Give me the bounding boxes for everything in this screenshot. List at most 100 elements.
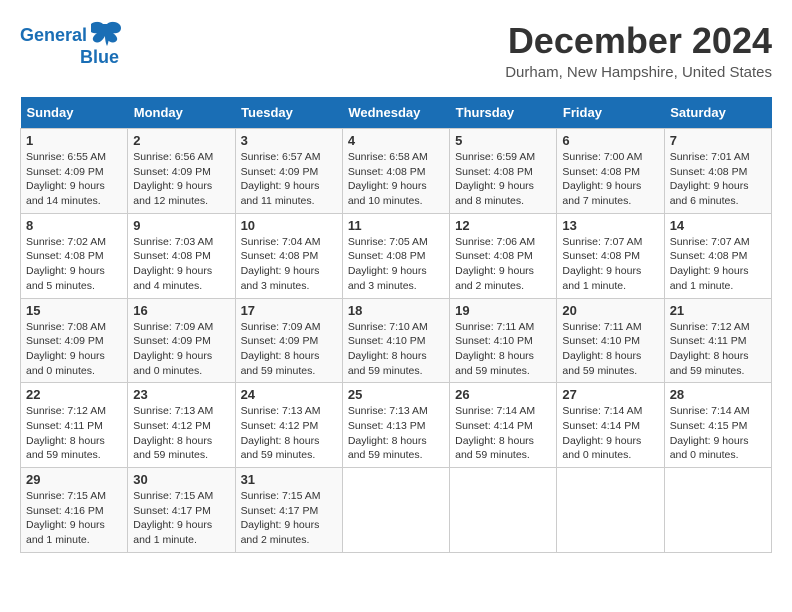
logo: General Blue — [20, 20, 123, 68]
calendar-week-3: 15 Sunrise: 7:08 AMSunset: 4:09 PMDayligh… — [21, 298, 772, 383]
calendar-cell: 2 Sunrise: 6:56 AMSunset: 4:09 PMDaylight… — [128, 129, 235, 214]
day-number: 4 — [348, 133, 444, 148]
calendar-week-5: 29 Sunrise: 7:15 AMSunset: 4:16 PMDayligh… — [21, 468, 772, 553]
title-block: December 2024 Durham, New Hampshire, Uni… — [505, 20, 772, 81]
day-number: 26 — [455, 387, 551, 402]
calendar-cell: 25 Sunrise: 7:13 AMSunset: 4:13 PMDayligh… — [342, 383, 449, 468]
calendar-cell: 24 Sunrise: 7:13 AMSunset: 4:12 PMDayligh… — [235, 383, 342, 468]
calendar-cell: 16 Sunrise: 7:09 AMSunset: 4:09 PMDayligh… — [128, 298, 235, 383]
calendar-week-4: 22 Sunrise: 7:12 AMSunset: 4:11 PMDayligh… — [21, 383, 772, 468]
day-info: Sunrise: 7:11 AMSunset: 4:10 PMDaylight:… — [562, 320, 658, 379]
day-info: Sunrise: 6:56 AMSunset: 4:09 PMDaylight:… — [133, 150, 229, 209]
day-info: Sunrise: 7:13 AMSunset: 4:12 PMDaylight:… — [133, 404, 229, 463]
calendar-cell: 15 Sunrise: 7:08 AMSunset: 4:09 PMDayligh… — [21, 298, 128, 383]
day-number: 14 — [670, 218, 766, 233]
calendar-cell: 8Sunrise: 7:02 AMSunset: 4:08 PMDaylight… — [21, 213, 128, 298]
day-info: Sunrise: 7:04 AMSunset: 4:08 PMDaylight:… — [241, 235, 337, 294]
day-info: Sunrise: 7:05 AMSunset: 4:08 PMDaylight:… — [348, 235, 444, 294]
day-info: Sunrise: 6:58 AMSunset: 4:08 PMDaylight:… — [348, 150, 444, 209]
day-number: 25 — [348, 387, 444, 402]
calendar-header-row: SundayMondayTuesdayWednesdayThursdayFrid… — [21, 97, 772, 129]
calendar-cell: 9 Sunrise: 7:03 AMSunset: 4:08 PMDaylight… — [128, 213, 235, 298]
day-info: Sunrise: 7:15 AMSunset: 4:17 PMDaylight:… — [133, 489, 229, 548]
day-info: Sunrise: 7:14 AMSunset: 4:14 PMDaylight:… — [455, 404, 551, 463]
day-number: 7 — [670, 133, 766, 148]
day-number: 15 — [26, 303, 122, 318]
day-number: 3 — [241, 133, 337, 148]
calendar-cell: 17Sunrise: 7:09 AMSunset: 4:09 PMDayligh… — [235, 298, 342, 383]
day-number: 22 — [26, 387, 122, 402]
day-info: Sunrise: 7:09 AMSunset: 4:09 PMDaylight:… — [133, 320, 229, 379]
day-number: 20 — [562, 303, 658, 318]
calendar-header-monday: Monday — [128, 97, 235, 129]
calendar-table: SundayMondayTuesdayWednesdayThursdayFrid… — [20, 97, 772, 553]
calendar-cell: 21Sunrise: 7:12 AMSunset: 4:11 PMDayligh… — [664, 298, 771, 383]
day-info: Sunrise: 7:14 AMSunset: 4:15 PMDaylight:… — [670, 404, 766, 463]
day-number: 5 — [455, 133, 551, 148]
location: Durham, New Hampshire, United States — [505, 64, 772, 81]
calendar-header-saturday: Saturday — [664, 97, 771, 129]
logo-text2: Blue — [80, 48, 119, 68]
calendar-cell: 14 Sunrise: 7:07 AMSunset: 4:08 PMDayligh… — [664, 213, 771, 298]
calendar-header-wednesday: Wednesday — [342, 97, 449, 129]
calendar-cell: 19 Sunrise: 7:11 AMSunset: 4:10 PMDayligh… — [450, 298, 557, 383]
day-info: Sunrise: 6:55 AMSunset: 4:09 PMDaylight:… — [26, 150, 122, 209]
calendar-cell — [450, 468, 557, 553]
calendar-cell: 11 Sunrise: 7:05 AMSunset: 4:08 PMDayligh… — [342, 213, 449, 298]
day-info: Sunrise: 7:15 AMSunset: 4:16 PMDaylight:… — [26, 489, 122, 548]
calendar-header-thursday: Thursday — [450, 97, 557, 129]
calendar-cell: 22 Sunrise: 7:12 AMSunset: 4:11 PMDayligh… — [21, 383, 128, 468]
calendar-cell: 1 Sunrise: 6:55 AMSunset: 4:09 PMDaylight… — [21, 129, 128, 214]
calendar-cell: 18Sunrise: 7:10 AMSunset: 4:10 PMDayligh… — [342, 298, 449, 383]
calendar-cell — [664, 468, 771, 553]
calendar-cell: 26 Sunrise: 7:14 AMSunset: 4:14 PMDayligh… — [450, 383, 557, 468]
day-info: Sunrise: 7:13 AMSunset: 4:12 PMDaylight:… — [241, 404, 337, 463]
day-info: Sunrise: 7:08 AMSunset: 4:09 PMDaylight:… — [26, 320, 122, 379]
day-info: Sunrise: 7:09 AMSunset: 4:09 PMDaylight:… — [241, 320, 337, 379]
day-number: 11 — [348, 218, 444, 233]
calendar-cell: 28Sunrise: 7:14 AMSunset: 4:15 PMDayligh… — [664, 383, 771, 468]
calendar-cell: 6 Sunrise: 7:00 AMSunset: 4:08 PMDaylight… — [557, 129, 664, 214]
day-info: Sunrise: 7:00 AMSunset: 4:08 PMDaylight:… — [562, 150, 658, 209]
day-info: Sunrise: 7:03 AMSunset: 4:08 PMDaylight:… — [133, 235, 229, 294]
day-info: Sunrise: 7:06 AMSunset: 4:08 PMDaylight:… — [455, 235, 551, 294]
day-info: Sunrise: 6:57 AMSunset: 4:09 PMDaylight:… — [241, 150, 337, 209]
calendar-week-2: 8Sunrise: 7:02 AMSunset: 4:08 PMDaylight… — [21, 213, 772, 298]
day-number: 10 — [241, 218, 337, 233]
day-info: Sunrise: 7:12 AMSunset: 4:11 PMDaylight:… — [26, 404, 122, 463]
day-number: 6 — [562, 133, 658, 148]
day-info: Sunrise: 7:15 AMSunset: 4:17 PMDaylight:… — [241, 489, 337, 548]
month-title: December 2024 — [505, 20, 772, 62]
calendar-cell: 27Sunrise: 7:14 AMSunset: 4:14 PMDayligh… — [557, 383, 664, 468]
day-number: 29 — [26, 472, 122, 487]
calendar-cell — [342, 468, 449, 553]
page-header: General Blue December 2024 Durham, New H… — [20, 20, 772, 81]
logo-text: General — [20, 26, 87, 46]
day-number: 1 — [26, 133, 122, 148]
day-number: 18 — [348, 303, 444, 318]
day-number: 23 — [133, 387, 229, 402]
day-number: 2 — [133, 133, 229, 148]
calendar-cell: 20 Sunrise: 7:11 AMSunset: 4:10 PMDayligh… — [557, 298, 664, 383]
calendar-header-friday: Friday — [557, 97, 664, 129]
day-number: 9 — [133, 218, 229, 233]
day-info: Sunrise: 7:01 AMSunset: 4:08 PMDaylight:… — [670, 150, 766, 209]
day-info: Sunrise: 6:59 AMSunset: 4:08 PMDaylight:… — [455, 150, 551, 209]
day-number: 24 — [241, 387, 337, 402]
day-number: 21 — [670, 303, 766, 318]
calendar-cell: 7 Sunrise: 7:01 AMSunset: 4:08 PMDaylight… — [664, 129, 771, 214]
day-number: 12 — [455, 218, 551, 233]
calendar-cell: 31Sunrise: 7:15 AMSunset: 4:17 PMDayligh… — [235, 468, 342, 553]
calendar-header-sunday: Sunday — [21, 97, 128, 129]
calendar-week-1: 1 Sunrise: 6:55 AMSunset: 4:09 PMDaylight… — [21, 129, 772, 214]
calendar-header-tuesday: Tuesday — [235, 97, 342, 129]
day-info: Sunrise: 7:13 AMSunset: 4:13 PMDaylight:… — [348, 404, 444, 463]
day-info: Sunrise: 7:07 AMSunset: 4:08 PMDaylight:… — [670, 235, 766, 294]
day-info: Sunrise: 7:11 AMSunset: 4:10 PMDaylight:… — [455, 320, 551, 379]
calendar-cell: 30Sunrise: 7:15 AMSunset: 4:17 PMDayligh… — [128, 468, 235, 553]
calendar-cell: 10 Sunrise: 7:04 AMSunset: 4:08 PMDayligh… — [235, 213, 342, 298]
day-number: 8 — [26, 218, 122, 233]
day-number: 16 — [133, 303, 229, 318]
calendar-cell: 5 Sunrise: 6:59 AMSunset: 4:08 PMDaylight… — [450, 129, 557, 214]
day-number: 19 — [455, 303, 551, 318]
